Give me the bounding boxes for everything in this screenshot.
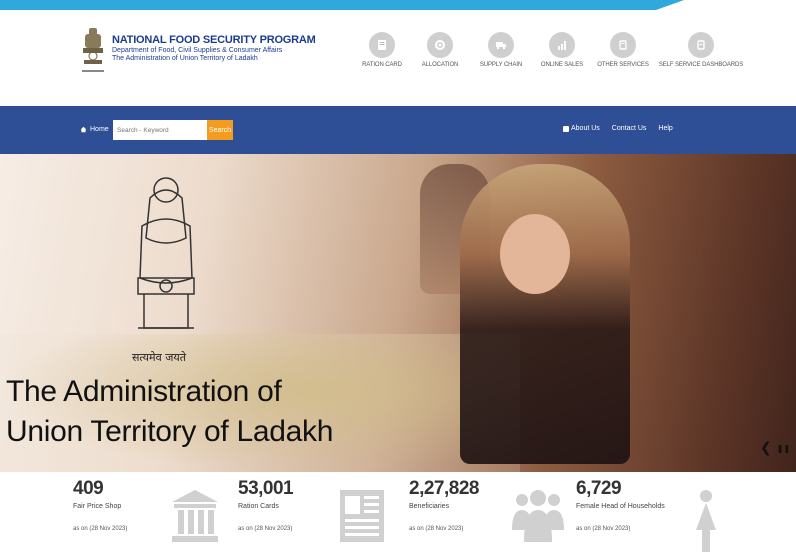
site-title[interactable]: NATIONAL FOOD SECURITY PROGRAM [112,34,316,47]
stat-label: Female Head of Households [576,503,665,510]
nav-supply-chain[interactable]: SUPPLY CHAIN [470,32,532,68]
newspaper-icon [340,490,384,542]
stat-value: 53,001 [238,478,294,499]
stat-value: 2,27,828 [409,478,479,499]
nav-ration-card[interactable]: RATION CARD [354,32,410,68]
stat-label: Beneficiaries [409,503,450,510]
hero-title-line2: Union Territory of Ladakh [6,415,334,448]
stat-as-of: as on (28 Nov 2023) [576,526,631,532]
nav-label: RATION CARD [362,62,402,68]
nav-self-service-dashboards[interactable]: SELF SERVICE DASHBOARDS [656,32,746,68]
stat-as-of: as on (28 Nov 2023) [73,526,128,532]
stat-as-of: as on (28 Nov 2023) [409,526,464,532]
site-header: NATIONAL FOOD SECURITY PROGRAM Departmen… [0,10,796,86]
state-emblem-icon [82,28,104,72]
about-us-label: About Us [571,125,600,132]
nav-label: SUPPLY CHAIN [479,62,523,68]
slider-pause-button[interactable]: ❚❚ [777,440,790,458]
chart-icon [549,32,575,58]
stat-label: Ration Cards [238,503,279,510]
nav-label: ALLOCATION [421,62,459,68]
nav-label: OTHER SERVICES [597,62,649,68]
about-us-link[interactable]: About Us [563,125,600,132]
home-label: Home [90,126,109,133]
hero-title: The Administration of Union Territory of… [6,372,333,452]
allocation-icon [427,32,453,58]
home-icon [80,126,87,133]
stat-as-of: as on (28 Nov 2023) [238,526,293,532]
search-input[interactable] [113,120,207,140]
contact-us-link[interactable]: Contact Us [612,125,647,132]
nav-other-services[interactable]: OTHER SERVICES [592,32,654,68]
hero-banner: सत्यमेव जयते The Administration of Union… [0,154,796,472]
hero-face [500,214,570,294]
slider-controls: ❮ ❚❚ ❯ [760,440,796,458]
stat-beneficiaries: 2,27,828 Beneficiaries as on (28 Nov 202… [409,478,479,532]
service-nav: RATION CARD ALLOCATION SUPPLY CHAIN ONLI… [354,32,748,68]
slider-prev-button[interactable]: ❮ [760,440,772,458]
stat-ration-cards: 53,001 Ration Cards as on (28 Nov 2023) [238,478,294,532]
national-emblem-icon [137,177,195,329]
top-accent-strip [0,0,796,10]
nav-online-sales[interactable]: ONLINE SALES [534,32,590,68]
bank-icon [172,490,218,542]
ration-card-icon [369,32,395,58]
main-navbar: Home Search About Us Contact Us Help [0,106,796,154]
emblem-motto: सत्यमेव जयते [132,351,187,364]
stat-value: 409 [73,478,104,499]
help-link[interactable]: Help [658,125,672,132]
hero-title-line1: The Administration of [6,375,282,408]
truck-icon [488,32,514,58]
services-icon [610,32,636,58]
stat-fair-price-shop: 409 Fair Price Shop as on (28 Nov 2023) [73,478,127,532]
info-icon [563,125,569,132]
nav-allocation[interactable]: ALLOCATION [412,32,468,68]
home-link[interactable]: Home [80,126,109,133]
search-button[interactable]: Search [207,120,233,140]
brand-block: NATIONAL FOOD SECURITY PROGRAM Departmen… [112,34,316,63]
stat-label: Fair Price Shop [73,503,122,510]
hero-figure [460,164,630,464]
top-strip-notch [656,0,796,10]
site-subtitle-admin: The Administration of Union Territory of… [112,55,258,62]
nav-label: SELF SERVICE DASHBOARDS [658,62,744,68]
nav-label: ONLINE SALES [540,62,584,68]
navbar-links: About Us Contact Us Help [563,125,673,132]
site-subtitle-dept: Department of Food, Civil Supplies & Con… [112,47,283,54]
stat-female-head: 6,729 Female Head of Households as on (2… [576,478,665,532]
group-icon [512,490,564,542]
dashboard-icon [688,32,714,58]
stat-value: 6,729 [576,478,622,499]
stats-row: 409 Fair Price Shop as on (28 Nov 2023) … [0,472,796,560]
female-icon [696,490,716,552]
